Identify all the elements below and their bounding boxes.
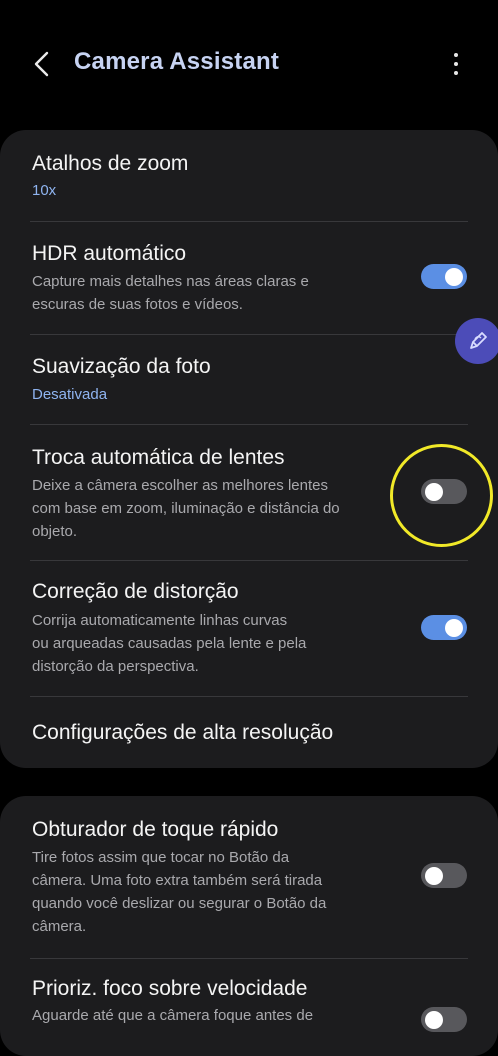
setting-distortion-correction[interactable]: Correção de distorção Corrija automatica… (0, 561, 498, 696)
setting-zoom-shortcuts[interactable]: Atalhos de zoom 10x (0, 130, 498, 222)
focus-priority-toggle[interactable] (421, 1007, 467, 1032)
setting-title: Configurações de alta resolução (32, 721, 334, 744)
setting-title: Obturador de toque rápido (32, 818, 279, 841)
pen-icon (470, 332, 487, 349)
settings-card-shutter: Obturador de toque rápido Tire fotos ass… (0, 796, 498, 1056)
highlight-ring (390, 444, 493, 547)
setting-title: Atalhos de zoom (32, 152, 189, 175)
setting-focus-priority[interactable]: Prioriz. foco sobre velocidade Aguarde a… (0, 959, 498, 1056)
floating-edit-button[interactable] (455, 318, 498, 364)
page-title: Camera Assistant (74, 48, 280, 75)
quick-tap-shutter-toggle[interactable] (421, 863, 467, 888)
setting-photo-smoothing[interactable]: Suavização da foto Desativada (0, 335, 498, 425)
setting-title: HDR automático (32, 242, 187, 265)
setting-title: Troca automática de lentes (32, 446, 285, 469)
setting-title: Suavização da foto (32, 355, 211, 378)
setting-auto-hdr[interactable]: HDR automático Capture mais detalhes nas… (0, 222, 498, 334)
more-vertical-icon (454, 53, 458, 57)
chevron-left-icon (34, 51, 49, 77)
setting-value: Desativada (32, 386, 108, 403)
setting-title: Prioriz. foco sobre velocidade (32, 977, 308, 1000)
app-header: Camera Assistant (0, 0, 498, 130)
setting-title: Correção de distorção (32, 580, 239, 603)
setting-value: 10x (32, 182, 57, 199)
setting-description: Capture mais detalhes nas áreas claras e… (32, 273, 309, 313)
distortion-correction-toggle[interactable] (421, 615, 467, 640)
setting-description: Tire fotos assim que tocar no Botão da c… (32, 849, 327, 935)
setting-description: Deixe a câmera escolher as melhores lent… (32, 477, 340, 540)
auto-hdr-toggle[interactable] (421, 264, 467, 289)
back-button[interactable] (26, 46, 58, 82)
setting-description: Corrija automaticamente linhas curvas ou… (32, 612, 307, 675)
more-options-button[interactable] (444, 46, 468, 82)
setting-high-resolution[interactable]: Configurações de alta resolução (0, 697, 498, 768)
setting-quick-tap-shutter[interactable]: Obturador de toque rápido Tire fotos ass… (0, 796, 498, 964)
